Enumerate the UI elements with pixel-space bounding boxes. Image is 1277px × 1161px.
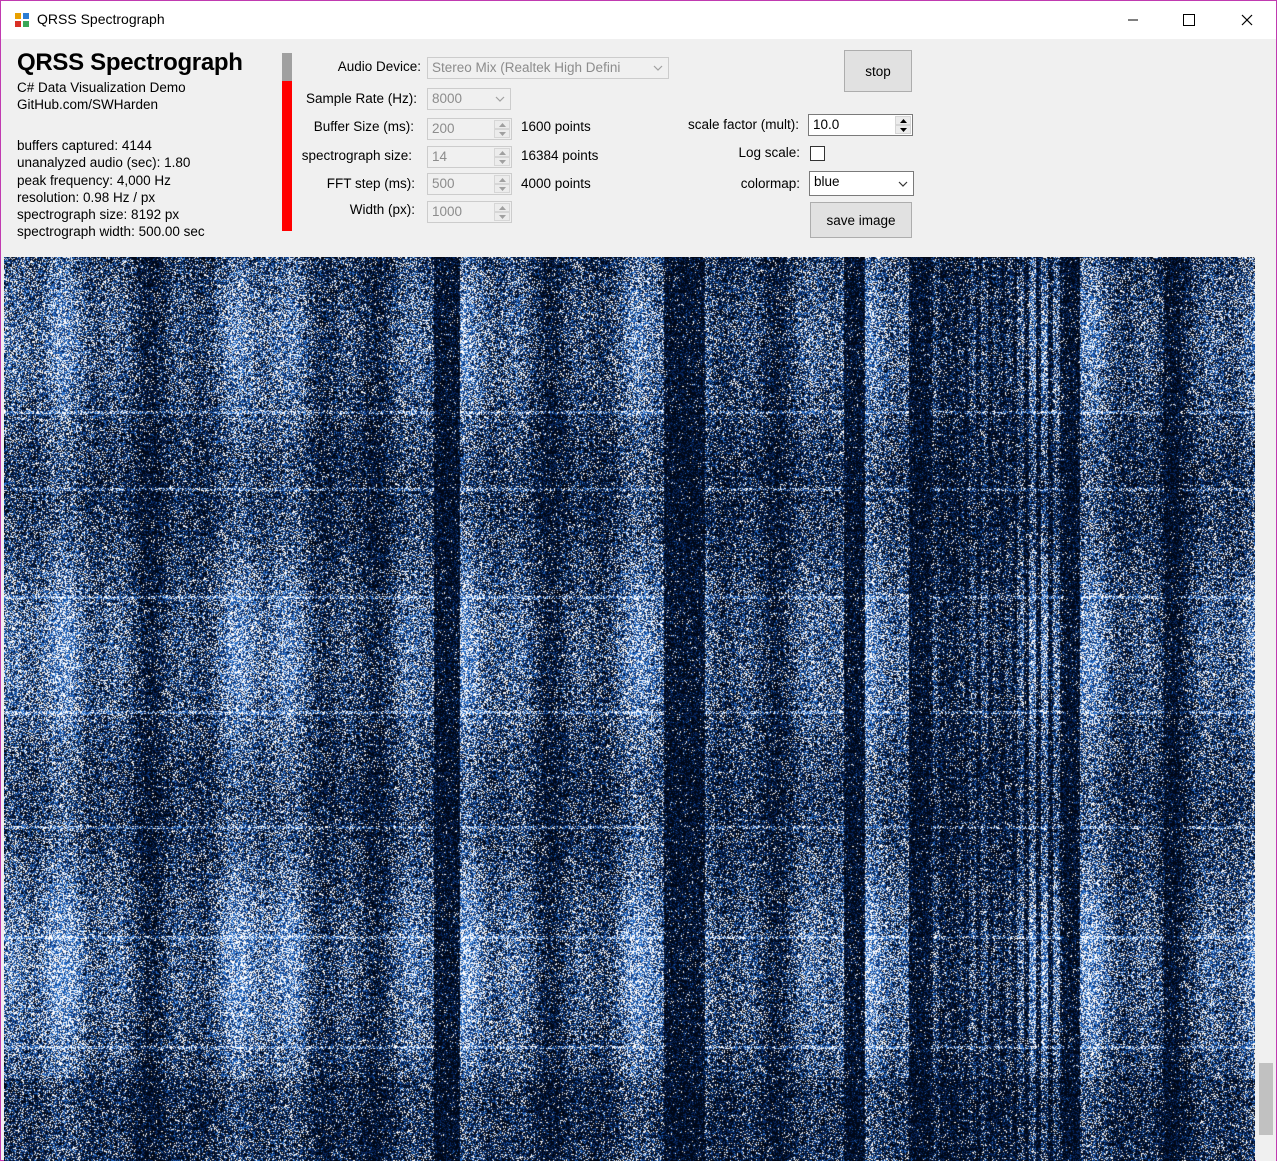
fft-step-stepper[interactable]: 500	[427, 173, 512, 195]
buffer-size-stepper[interactable]: 200	[427, 118, 512, 140]
level-meter	[282, 53, 292, 231]
spin-up-icon[interactable]	[494, 120, 510, 129]
audio-device-label: Audio Device:	[337, 59, 421, 74]
colormap-select[interactable]: blue	[809, 171, 914, 196]
spin-down-icon[interactable]	[895, 125, 911, 134]
buffer-size-spin[interactable]	[494, 120, 510, 138]
subtitle: C# Data Visualization Demo	[17, 80, 186, 95]
scale-factor-value[interactable]: 10.0	[813, 117, 839, 132]
fft-step-value: 500	[432, 176, 455, 191]
close-button[interactable]	[1218, 1, 1276, 39]
app-icon	[15, 13, 29, 27]
fft-step-label: FFT step (ms):	[326, 176, 415, 191]
window-title: QRSS Spectrograph	[37, 11, 165, 27]
chevron-down-icon	[490, 89, 510, 109]
stat-peak-frequency: peak frequency: 4,000 Hz	[17, 172, 171, 188]
github-link: GitHub.com/SWHarden	[17, 97, 159, 112]
stop-button[interactable]: stop	[844, 50, 912, 92]
scale-factor-stepper[interactable]: 10.0	[808, 114, 913, 136]
colormap-value: blue	[814, 174, 840, 189]
app-title: QRSS Spectrograph	[17, 49, 243, 76]
stat-unanalyzed-audio: unanalyzed audio (sec): 1.80	[17, 155, 191, 171]
spectrograph-size-label: spectrograph size:	[301, 148, 412, 163]
vertical-scrollbar[interactable]	[1256, 257, 1276, 1161]
spectrogram-image	[4, 257, 1255, 1161]
spin-up-icon[interactable]	[494, 203, 510, 212]
minimize-icon	[1128, 19, 1138, 21]
header-panel-right	[935, 39, 1276, 257]
level-meter-empty	[282, 53, 292, 81]
sample-rate-value: 8000	[432, 91, 463, 106]
spin-up-icon[interactable]	[494, 148, 510, 157]
save-image-button[interactable]: save image	[810, 202, 912, 238]
width-spin[interactable]	[494, 203, 510, 221]
width-label: Width (px):	[349, 202, 415, 217]
stat-spectrograph-size: spectrograph size: 8192 px	[17, 207, 180, 223]
spin-up-icon[interactable]	[895, 116, 911, 125]
maximize-icon	[1183, 14, 1195, 26]
close-icon	[1241, 14, 1253, 26]
spin-down-icon[interactable]	[494, 184, 510, 193]
width-value: 1000	[432, 204, 463, 219]
spectrograph-size-value: 14	[432, 149, 448, 164]
audio-device-select[interactable]: Stereo Mix (Realtek High Defini	[427, 57, 669, 79]
audio-device-value: Stereo Mix (Realtek High Defini	[432, 60, 621, 75]
fft-step-spin[interactable]	[494, 175, 510, 193]
buffer-size-points: 1600 points	[521, 119, 591, 134]
scrollbar-thumb[interactable]	[1259, 1063, 1273, 1135]
spin-down-icon[interactable]	[494, 212, 510, 221]
app-window: QRSS Spectrograph QRSS Spectrograph C# D…	[0, 0, 1277, 1161]
sample-rate-select[interactable]: 8000	[427, 88, 511, 110]
width-stepper[interactable]: 1000	[427, 201, 512, 223]
spin-up-icon[interactable]	[494, 175, 510, 184]
spin-down-icon[interactable]	[494, 129, 510, 138]
maximize-button[interactable]	[1160, 1, 1218, 39]
scale-factor-label: scale factor (mult):	[687, 117, 799, 132]
buffer-size-label: Buffer Size (ms):	[313, 119, 414, 134]
spin-down-icon[interactable]	[494, 157, 510, 166]
spectrogram-canvas	[4, 257, 1255, 1161]
stat-resolution: resolution: 0.98 Hz / px	[17, 189, 156, 205]
title-bar[interactable]: QRSS Spectrograph	[1, 1, 1276, 39]
spectrograph-size-points: 16384 points	[521, 148, 599, 163]
stats-panel: buffers captured: 4144 unanalyzed audio …	[17, 137, 205, 241]
colormap-label: colormap:	[740, 176, 800, 191]
log-scale-checkbox[interactable]	[810, 146, 825, 161]
chevron-down-icon	[648, 58, 668, 78]
scale-factor-spin[interactable]	[895, 116, 911, 134]
fft-step-points: 4000 points	[521, 176, 591, 191]
sample-rate-label: Sample Rate (Hz):	[305, 91, 417, 106]
spectrograph-size-stepper[interactable]: 14	[427, 146, 512, 168]
stat-spectrograph-width: spectrograph width: 500.00 sec	[17, 224, 205, 240]
minimize-button[interactable]	[1104, 1, 1162, 39]
chevron-down-icon	[893, 174, 913, 194]
stat-buffers-captured: buffers captured: 4144	[17, 138, 152, 153]
buffer-size-value: 200	[432, 121, 455, 136]
spectrograph-size-spin[interactable]	[494, 148, 510, 166]
log-scale-label: Log scale:	[738, 145, 800, 160]
